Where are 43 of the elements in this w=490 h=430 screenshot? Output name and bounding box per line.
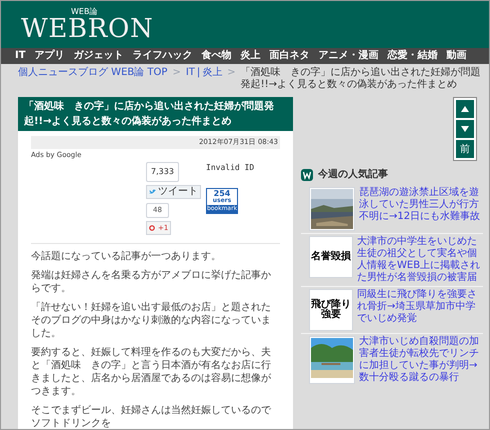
article-paragraph: そこでまずビール、妊婦さんは当然妊娠しているのでソフトドリンクを	[31, 404, 272, 429]
nav-link[interactable]: 動画	[446, 51, 467, 61]
breadcrumb-link[interactable]: 炎上	[202, 67, 222, 79]
article-paragraph: 発端は妊婦さんを名乗る方がアメブロに挙げた記事からです。	[31, 269, 272, 295]
article-link[interactable]: 同級生に飛び降りを強要され骨折→埼玉県草加市中学でいじめ発覚	[357, 289, 483, 331]
error-text: Invalid ID	[206, 162, 254, 174]
nav-link[interactable]: アプリ	[34, 51, 65, 61]
nav-link[interactable]: 食べ物	[202, 51, 232, 61]
article-title: 「酒処味 きの字」に店から追い出された妊婦が問題発起!!→よく見ると数々の偽装があった件まとめ	[18, 97, 293, 131]
nav-link[interactable]: ガジェット	[74, 51, 124, 61]
scroll-down-button[interactable]	[456, 120, 474, 138]
previous-button[interactable]: 前	[456, 140, 474, 158]
article-link[interactable]: 琵琶湖の遊泳禁止区域を遊泳していた男性三人が行方不明に→12日にも水難事故	[359, 187, 483, 231]
tweet-button[interactable]: ツイート	[146, 185, 201, 199]
article-link[interactable]: 大津市いじめ自殺問題の加害者生徒が転校先でリンチに加担していた事が判明→数十分殴る蹴るの暴行	[359, 336, 483, 384]
section-title: 今週の人気記事	[318, 168, 388, 182]
nav-link[interactable]: 炎上	[240, 51, 261, 61]
site-logo[interactable]: WEBRON	[21, 16, 154, 42]
breadcrumb-separator: >	[172, 67, 181, 79]
thumbnail: 名誉毀損	[309, 236, 353, 278]
up-arrow-icon	[461, 106, 469, 112]
nav-link[interactable]: IT	[15, 51, 26, 61]
bird-icon	[149, 189, 156, 195]
breadcrumb-link[interactable]: IT	[186, 67, 195, 79]
scroll-up-button[interactable]	[456, 100, 474, 118]
nav-link[interactable]: 面白ネタ	[270, 51, 310, 61]
tweet-count: 7,333	[146, 162, 179, 182]
breadcrumb-link[interactable]: 個人ニュースブログ WEB論 TOP	[18, 67, 168, 79]
w-logo-icon	[301, 168, 313, 180]
nav-link[interactable]: 恋愛・結婚	[388, 51, 438, 61]
breadcrumb-current: 「酒処味 きの字」に店から追い出された妊婦が問題発起!!→よく見ると数々の偽装があった件まとめ	[240, 67, 481, 91]
down-arrow-icon	[461, 126, 469, 132]
article-link[interactable]: 大津市の中学生をいじめた生徒の祖父として実名や個人情報をWEB上に掲載された男性が名誉毀損の被害届	[357, 236, 483, 284]
bookmark-count: 254	[214, 190, 230, 198]
nav-link[interactable]: アニメ・漫画	[318, 51, 379, 61]
breadcrumb-separator: |	[196, 67, 200, 79]
article-paragraph: 今話題になっている記事が一つあります。	[31, 250, 222, 263]
nav-link[interactable]: ライフハック	[132, 51, 193, 61]
breadcrumb-separator: >	[227, 67, 236, 79]
article-paragraph: 要約すると、妊娠して料理を作るのも大変だから、夫と「酒処味 きの字」と言う日本酒が有名なお店に行きましたと、店名から居酒屋であるのは容易に想像がつきます。	[31, 346, 272, 398]
logo-subtitle: WEB論	[71, 8, 98, 16]
thumbnail: 飛び降り強要	[309, 289, 353, 331]
article-paragraph: 「許せない！妊婦を追い出す最低のお店」と題されたそのブログの中身はかなり刺激的な内容になっていました。	[31, 301, 272, 340]
